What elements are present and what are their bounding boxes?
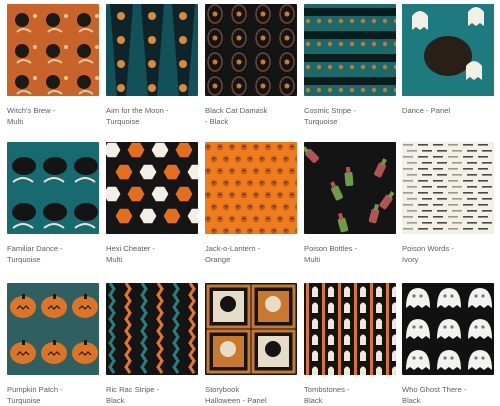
product-card[interactable]: Familiar Dance - Turquoise bbox=[7, 142, 99, 265]
fabric-pattern-graphic bbox=[106, 283, 198, 375]
product-caption[interactable]: Familiar Dance - Turquoise bbox=[7, 243, 99, 265]
product-caption[interactable]: Jack-o-Lantern - Orange bbox=[205, 243, 297, 265]
fabric-swatch-image[interactable] bbox=[205, 283, 297, 375]
product-card[interactable]: Aim for the Moon - Turquoise bbox=[106, 4, 198, 127]
fabric-pattern-graphic bbox=[402, 142, 494, 234]
product-card[interactable]: Tombstones - Black bbox=[304, 283, 396, 406]
product-name: Jack-o-Lantern - bbox=[205, 244, 261, 253]
fabric-pattern-graphic bbox=[304, 4, 396, 96]
product-variant: Multi bbox=[7, 117, 24, 126]
fabric-pattern-graphic bbox=[304, 142, 396, 234]
product-card[interactable]: Who Ghost There - Black bbox=[402, 283, 494, 406]
fabric-pattern-graphic bbox=[402, 4, 494, 96]
product-variant: Halloween - Panel bbox=[205, 396, 267, 405]
fabric-swatch-image[interactable] bbox=[205, 4, 297, 96]
product-variant: Turquoise bbox=[304, 117, 338, 126]
product-name: Aim for the Moon - bbox=[106, 106, 169, 115]
product-caption[interactable]: Hexi Cheater - Multi bbox=[106, 243, 198, 265]
product-card[interactable]: Black Cat Damask - Black bbox=[205, 4, 297, 127]
fabric-pattern-graphic bbox=[7, 283, 99, 375]
product-name: Black Cat Damask bbox=[205, 106, 268, 115]
fabric-swatch-image[interactable] bbox=[106, 4, 198, 96]
product-card[interactable]: Witch's Brew - Multi bbox=[7, 4, 99, 127]
fabric-swatch-image[interactable] bbox=[106, 142, 198, 234]
product-variant: Black bbox=[106, 396, 125, 405]
product-variant: Black bbox=[402, 396, 421, 405]
fabric-pattern-graphic bbox=[106, 4, 198, 96]
product-caption[interactable]: Pumpkin Patch - Turquoise bbox=[7, 384, 99, 406]
fabric-pattern-graphic bbox=[205, 4, 297, 96]
product-card[interactable]: Jack-o-Lantern - Orange bbox=[205, 142, 297, 265]
product-name: Ric Rac Stripe - bbox=[106, 385, 160, 394]
product-name: Poison Bottles - bbox=[304, 244, 358, 253]
fabric-swatch-image[interactable] bbox=[402, 4, 494, 96]
product-caption[interactable]: Tombstones - Black bbox=[304, 384, 396, 406]
product-name: Cosmic Stripe - bbox=[304, 106, 356, 115]
fabric-swatch-image[interactable] bbox=[7, 283, 99, 375]
product-name: Poison Words - bbox=[402, 244, 454, 253]
product-card[interactable]: Poison Bottles - Multi bbox=[304, 142, 396, 265]
product-caption[interactable]: Storybook Halloween - Panel bbox=[205, 384, 297, 406]
product-caption[interactable]: Poison Words - Ivory bbox=[402, 243, 494, 265]
product-name: Hexi Cheater - bbox=[106, 244, 155, 253]
product-card[interactable]: Cosmic Stripe - Turquoise bbox=[304, 4, 396, 127]
product-name: Tombstones - bbox=[304, 385, 350, 394]
product-caption[interactable]: Aim for the Moon - Turquoise bbox=[106, 105, 198, 127]
product-name: Storybook bbox=[205, 385, 240, 394]
fabric-swatch-image[interactable] bbox=[7, 142, 99, 234]
product-card[interactable]: Poison Words - Ivory bbox=[402, 142, 494, 265]
fabric-pattern-graphic bbox=[205, 142, 297, 234]
fabric-pattern-graphic bbox=[7, 4, 99, 96]
fabric-swatch-image[interactable] bbox=[106, 283, 198, 375]
product-card[interactable]: Ric Rac Stripe - Black bbox=[106, 283, 198, 406]
product-card[interactable]: Storybook Halloween - Panel bbox=[205, 283, 297, 406]
product-variant: Multi bbox=[106, 255, 123, 264]
fabric-pattern-graphic bbox=[7, 142, 99, 234]
product-caption[interactable]: Poison Bottles - Multi bbox=[304, 243, 396, 265]
product-card[interactable]: Dance - Panel bbox=[402, 4, 494, 116]
fabric-swatch-image[interactable] bbox=[304, 4, 396, 96]
product-variant: Turquoise bbox=[106, 117, 140, 126]
fabric-swatch-image[interactable] bbox=[205, 142, 297, 234]
product-variant: - Black bbox=[205, 117, 229, 126]
fabric-swatch-image[interactable] bbox=[402, 142, 494, 234]
product-name: Pumpkin Patch - bbox=[7, 385, 63, 394]
product-name: Dance - Panel bbox=[402, 106, 451, 115]
product-variant: Multi bbox=[304, 255, 321, 264]
fabric-swatch-image[interactable] bbox=[304, 142, 396, 234]
product-variant: Black bbox=[304, 396, 323, 405]
product-name: Who Ghost There - bbox=[402, 385, 467, 394]
product-caption[interactable]: Ric Rac Stripe - Black bbox=[106, 384, 198, 406]
product-variant: Ivory bbox=[402, 255, 419, 264]
product-caption[interactable]: Cosmic Stripe - Turquoise bbox=[304, 105, 396, 127]
product-caption[interactable]: Black Cat Damask - Black bbox=[205, 105, 297, 127]
product-variant: Turquoise bbox=[7, 255, 41, 264]
fabric-swatch-image[interactable] bbox=[402, 283, 494, 375]
product-caption[interactable]: Who Ghost There - Black bbox=[402, 384, 494, 406]
fabric-pattern-graphic bbox=[402, 283, 494, 375]
fabric-swatch-image[interactable] bbox=[7, 4, 99, 96]
product-name: Witch's Brew - bbox=[7, 106, 56, 115]
fabric-grid: Witch's Brew - Multi Aim for the Moon - … bbox=[0, 0, 500, 405]
fabric-pattern-graphic bbox=[205, 283, 297, 375]
fabric-pattern-graphic bbox=[106, 142, 198, 234]
fabric-pattern-graphic bbox=[304, 283, 396, 375]
product-card[interactable]: Pumpkin Patch - Turquoise bbox=[7, 283, 99, 406]
fabric-swatch-image[interactable] bbox=[304, 283, 396, 375]
product-name: Familiar Dance - bbox=[7, 244, 63, 253]
product-variant: Turquoise bbox=[7, 396, 41, 405]
product-variant: Orange bbox=[205, 255, 231, 264]
product-caption[interactable]: Dance - Panel bbox=[402, 105, 494, 116]
product-caption[interactable]: Witch's Brew - Multi bbox=[7, 105, 99, 127]
product-card[interactable]: Hexi Cheater - Multi bbox=[106, 142, 198, 265]
